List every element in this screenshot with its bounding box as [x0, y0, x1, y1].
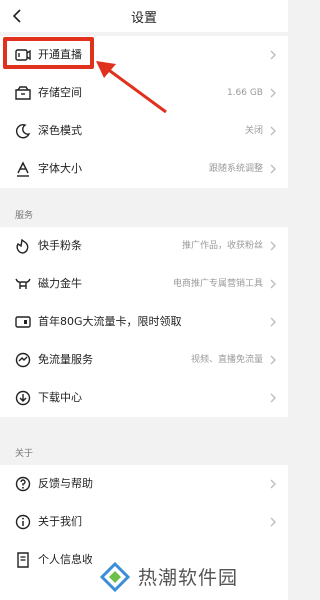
chevron-right-icon: [270, 517, 276, 527]
chevron-right-icon: [270, 88, 276, 98]
row-free-data[interactable]: 免流量服务 视频、直播免流量: [0, 341, 288, 379]
download-icon: [13, 388, 33, 408]
chevron-right-icon: [270, 355, 276, 365]
watermark-logo-icon: [100, 561, 130, 592]
chevron-right-icon: [270, 50, 276, 60]
info-icon: [13, 512, 33, 532]
chevron-right-icon: [270, 164, 276, 174]
fans-icon: [13, 236, 33, 256]
row-label: 首年80G大流量卡，限时领取: [38, 315, 182, 328]
row-bull[interactable]: 磁力金牛 电商推广专属营销工具: [0, 265, 288, 303]
row-sim-card[interactable]: 首年80G大流量卡，限时领取: [0, 303, 288, 341]
watermark: 热潮软件园: [92, 553, 288, 600]
chevron-right-icon: [270, 317, 276, 327]
row-value: 电商推广专属营销工具: [172, 279, 263, 289]
chevron-right-icon: [270, 126, 276, 136]
highlight-box: [3, 37, 94, 69]
row-label: 关于我们: [38, 515, 82, 528]
page-title: 设置: [130, 10, 157, 26]
chevron-right-icon: [270, 393, 276, 403]
top-bar: 设置: [0, 0, 288, 32]
moon-icon: [13, 121, 33, 141]
row-value: 1.66 GB: [226, 88, 263, 98]
chevron-right-icon: [270, 279, 276, 289]
row-value: 跟随系统调整: [208, 164, 263, 174]
chevron-right-icon: [270, 479, 276, 489]
row-label: 快手粉条: [38, 239, 82, 252]
watermark-text: 热潮软件园: [138, 567, 239, 589]
document-icon: [13, 550, 33, 570]
settings-group-service: 快手粉条 推广作品，收获粉丝 磁力金牛 电商推广专属营销工具 首年80G大流量卡…: [0, 227, 288, 417]
free-data-icon: [13, 350, 33, 370]
row-font-size[interactable]: 字体大小 跟随系统调整: [0, 150, 288, 188]
row-label: 下载中心: [38, 391, 82, 404]
storage-icon: [13, 83, 33, 103]
row-feedback[interactable]: 反馈与帮助: [0, 465, 288, 503]
row-label: 存储空间: [38, 86, 82, 99]
row-label: 字体大小: [38, 162, 82, 175]
row-label: 反馈与帮助: [38, 477, 93, 490]
section-title-about: 关于: [15, 449, 34, 459]
section-title-service: 服务: [15, 211, 34, 221]
row-label: 免流量服务: [38, 353, 93, 366]
row-value: 推广作品，收获粉丝: [181, 241, 263, 251]
bull-icon: [13, 274, 33, 294]
sim-card-icon: [13, 312, 33, 332]
chevron-right-icon: [270, 241, 276, 251]
row-label: 个人信息收: [38, 553, 93, 566]
row-fans[interactable]: 快手粉条 推广作品，收获粉丝: [0, 227, 288, 265]
row-value: 关闭: [244, 126, 263, 136]
chevron-left-icon: [12, 9, 21, 23]
back-button[interactable]: [8, 6, 28, 26]
row-value: 视频、直播免流量: [190, 355, 263, 365]
help-icon: [13, 474, 33, 494]
row-label: 磁力金牛: [38, 277, 82, 290]
row-download-center[interactable]: 下载中心: [0, 379, 288, 417]
annotation-arrow: [96, 61, 167, 114]
font-size-icon: [13, 159, 33, 179]
row-about-us[interactable]: 关于我们: [0, 503, 288, 541]
row-label: 深色模式: [38, 124, 82, 137]
